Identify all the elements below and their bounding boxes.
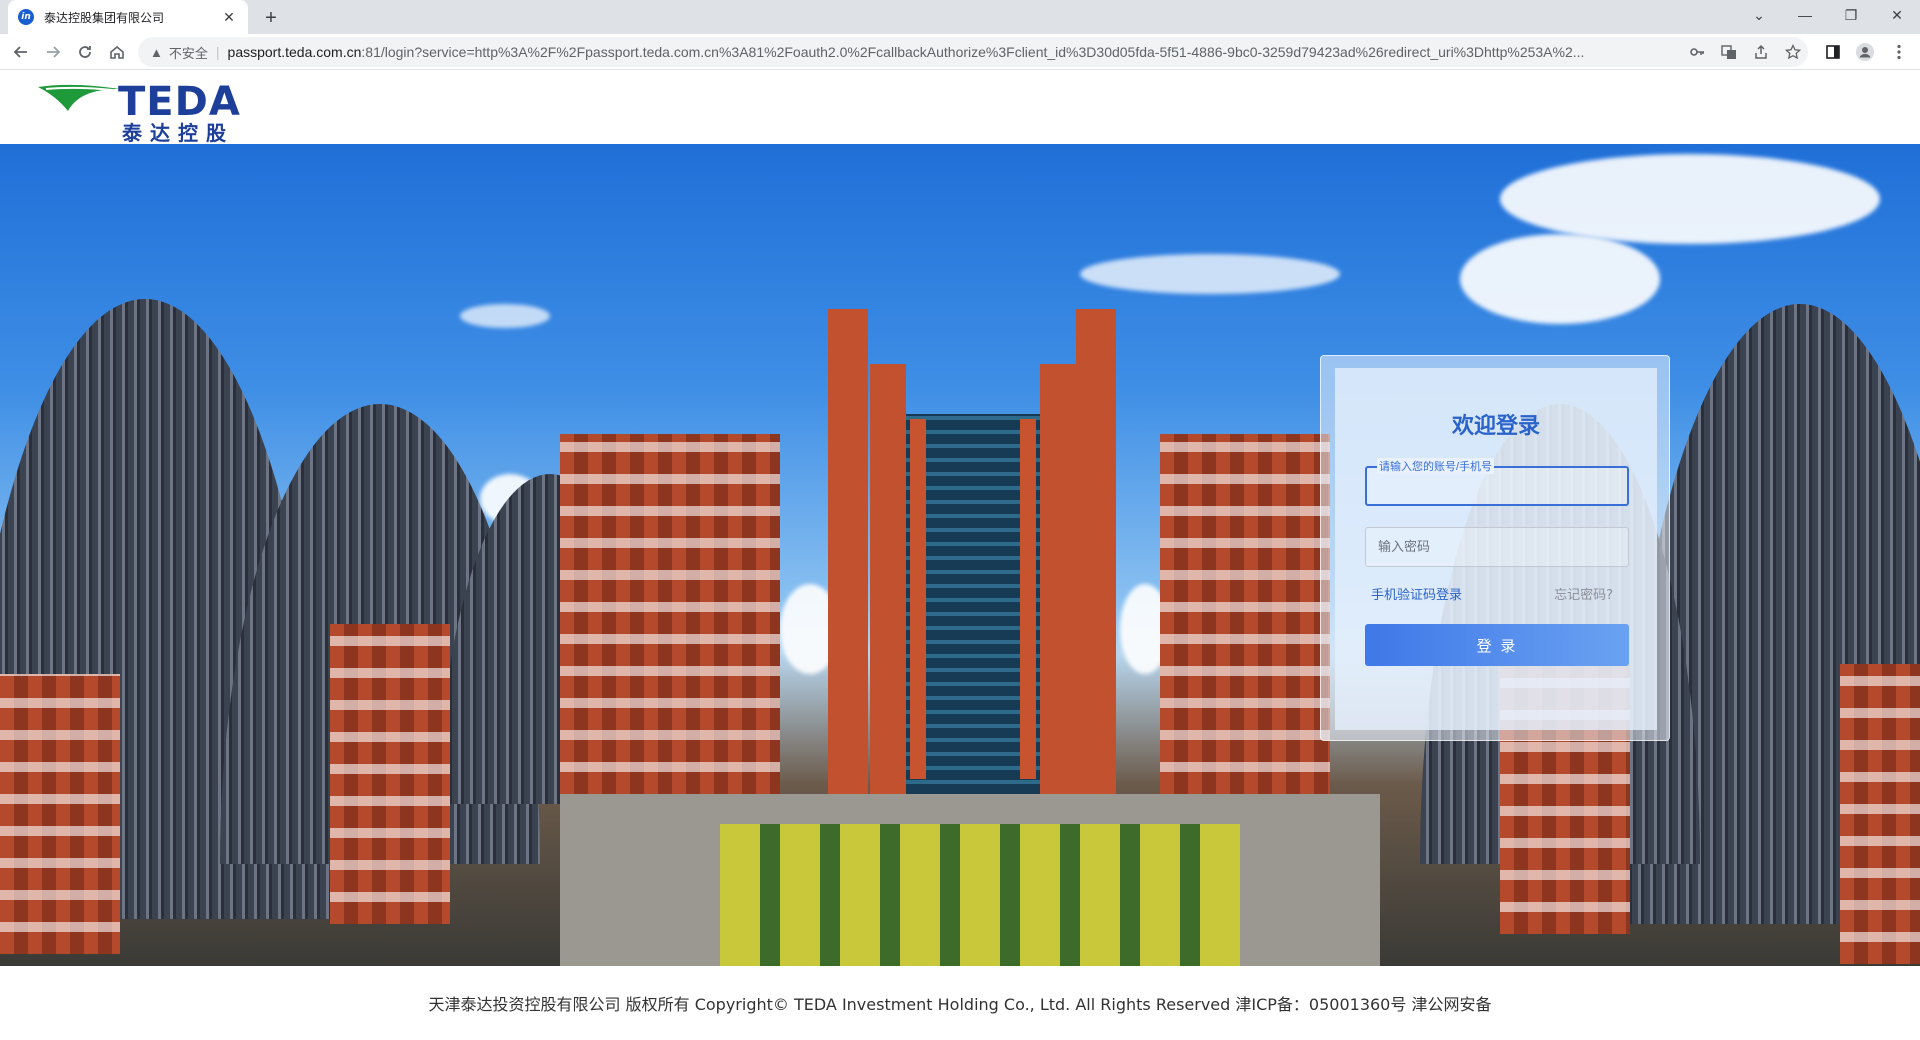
restore-button[interactable]: ❐ bbox=[1828, 0, 1874, 30]
brick-building bbox=[0, 674, 120, 954]
warning-triangle-icon[interactable]: ▲ bbox=[150, 45, 163, 60]
new-tab-button[interactable]: + bbox=[258, 5, 284, 31]
sidepanel-icon[interactable] bbox=[1820, 39, 1846, 65]
password-field[interactable] bbox=[1365, 527, 1629, 567]
url-host: passport.teda.com.cn bbox=[227, 44, 362, 60]
teda-logo[interactable]: TEDA 泰达控股 bbox=[38, 79, 268, 145]
minimize-button[interactable]: — bbox=[1782, 0, 1828, 30]
brick-building bbox=[1840, 664, 1920, 964]
address-separator: | bbox=[215, 44, 220, 60]
logo-text-cn: 泰达控股 bbox=[122, 121, 234, 145]
login-form: 欢迎登录 请输入您的账号/手机号 手机验证码登录 忘记密码? 登 录 bbox=[1335, 368, 1657, 730]
garden-beds bbox=[720, 824, 1240, 966]
tower-pillar bbox=[870, 364, 906, 804]
address-bar[interactable]: ▲ 不安全 | passport.teda.com.cn :81/login?s… bbox=[138, 37, 1808, 67]
tab-title: 泰达控股集团有限公司 bbox=[44, 10, 165, 25]
translate-icon[interactable] bbox=[1716, 39, 1742, 65]
brick-building bbox=[1160, 434, 1330, 794]
menu-icon[interactable] bbox=[1886, 39, 1912, 65]
site-header: TEDA 泰达控股 bbox=[0, 71, 1920, 145]
password-input[interactable] bbox=[1366, 528, 1628, 566]
close-window-button[interactable]: ✕ bbox=[1874, 0, 1920, 30]
reload-icon[interactable] bbox=[72, 39, 98, 65]
key-icon[interactable] bbox=[1684, 39, 1710, 65]
star-icon[interactable] bbox=[1780, 39, 1806, 65]
security-status[interactable]: 不安全 bbox=[169, 43, 208, 62]
cloud bbox=[1500, 154, 1880, 244]
forward-icon[interactable] bbox=[40, 39, 66, 65]
copyright-footer: 天津泰达投资控股有限公司 版权所有 Copyright© TEDA Invest… bbox=[0, 966, 1920, 1040]
account-field[interactable]: 请输入您的账号/手机号 bbox=[1365, 458, 1629, 506]
tower-pillar bbox=[1040, 364, 1076, 804]
share-icon[interactable] bbox=[1748, 39, 1774, 65]
profile-icon[interactable] bbox=[1852, 39, 1878, 65]
account-input[interactable] bbox=[1367, 468, 1627, 504]
cloud bbox=[460, 304, 550, 328]
sms-login-link[interactable]: 手机验证码登录 bbox=[1371, 584, 1462, 603]
login-button[interactable]: 登 录 bbox=[1365, 624, 1629, 666]
brick-building bbox=[330, 624, 450, 924]
url-path: :81/login?service=http%3A%2F%2Fpassport.… bbox=[361, 44, 1585, 60]
login-title: 欢迎登录 bbox=[1451, 414, 1540, 439]
browser-toolbar: ▲ 不安全 | passport.teda.com.cn :81/login?s… bbox=[0, 34, 1920, 70]
cloud bbox=[1460, 234, 1660, 324]
forgot-password-link[interactable]: 忘记密码? bbox=[1554, 584, 1613, 603]
browser-tab[interactable]: in 泰达控股集团有限公司 ✕ bbox=[8, 0, 248, 34]
tower-pillar bbox=[910, 419, 926, 779]
cloud bbox=[1080, 254, 1340, 294]
tower-pillar bbox=[1076, 309, 1116, 809]
tab-search-chevron-down-icon[interactable]: ⌄ bbox=[1736, 0, 1782, 30]
home-icon[interactable] bbox=[104, 39, 130, 65]
tower-pillar bbox=[1020, 419, 1036, 779]
browser-tabstrip: in 泰达控股集团有限公司 ✕ + ⌄ — ❐ ✕ bbox=[0, 0, 1920, 34]
close-tab-icon[interactable]: ✕ bbox=[220, 8, 238, 26]
back-icon[interactable] bbox=[8, 39, 34, 65]
site-favicon-icon: in bbox=[18, 9, 34, 25]
teda-leaf-icon bbox=[38, 84, 120, 111]
login-card: 欢迎登录 请输入您的账号/手机号 手机验证码登录 忘记密码? 登 录 bbox=[1320, 355, 1670, 741]
tower-pillar bbox=[828, 309, 868, 809]
brick-building bbox=[560, 434, 780, 794]
